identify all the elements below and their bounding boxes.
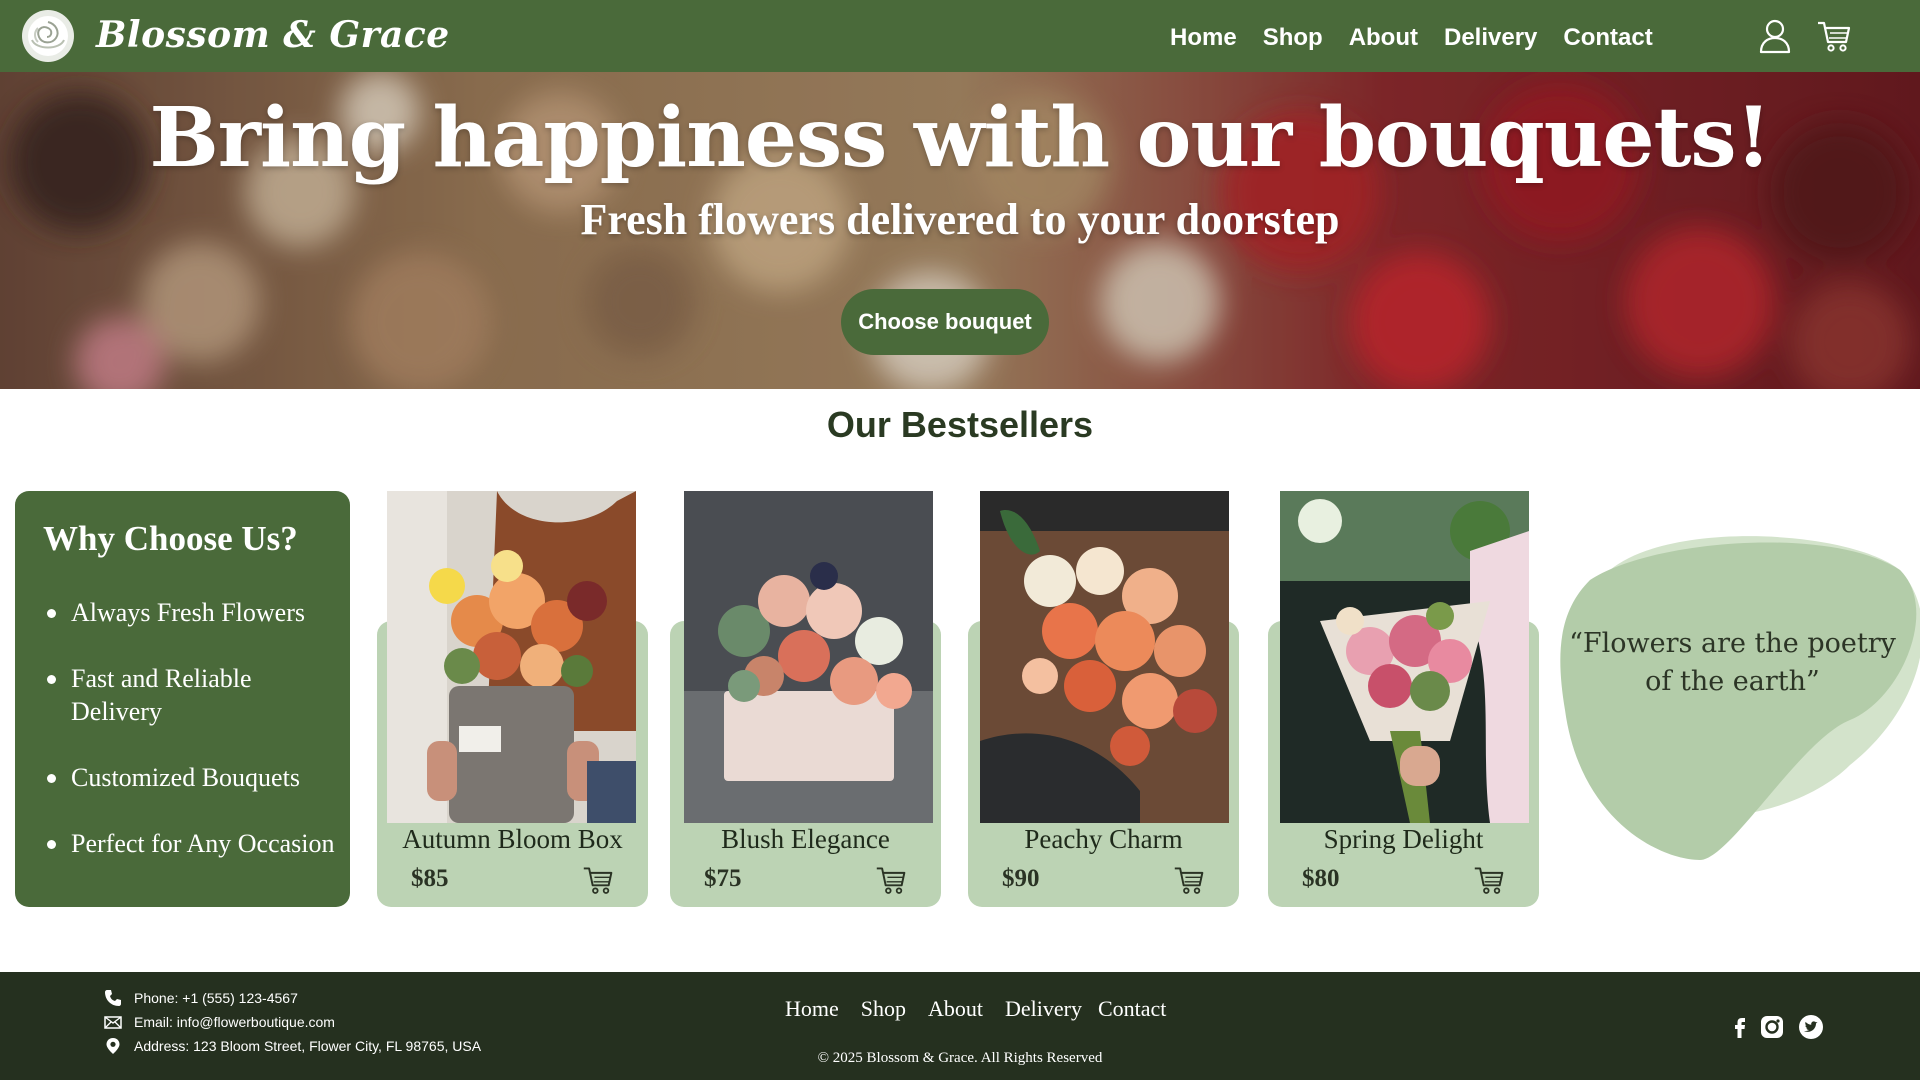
why-item: Perfect for Any Occasion bbox=[47, 827, 345, 860]
nav-delivery[interactable]: Delivery bbox=[1444, 24, 1537, 52]
product-name[interactable]: Spring Delight bbox=[1268, 824, 1539, 855]
hero-subtitle: Fresh flowers delivered to your doorstep bbox=[580, 195, 1340, 244]
twitter-icon[interactable] bbox=[1798, 1014, 1824, 1040]
hero-title: Bring happiness with our bouquets! bbox=[149, 90, 1771, 186]
product-name[interactable]: Autumn Bloom Box bbox=[377, 824, 648, 855]
nav-home[interactable]: Home bbox=[1170, 24, 1237, 52]
add-to-cart-icon[interactable] bbox=[582, 864, 614, 896]
add-to-cart-icon[interactable] bbox=[1473, 864, 1505, 896]
add-to-cart-icon[interactable] bbox=[1173, 864, 1205, 896]
contact-phone[interactable]: Phone: +1 (555) 123-4567 bbox=[104, 989, 298, 1007]
contact-email-text: Email: info@flowerboutique.com bbox=[134, 1014, 335, 1030]
hero-banner: Bring happiness with our bouquets! Fresh… bbox=[0, 72, 1920, 389]
footer-nav-contact[interactable]: Contact bbox=[1098, 996, 1166, 1022]
contact-phone-text: Phone: +1 (555) 123-4567 bbox=[134, 990, 298, 1006]
rose-logo-icon[interactable] bbox=[20, 8, 76, 64]
nav-shop[interactable]: Shop bbox=[1263, 24, 1323, 52]
footer-nav-delivery[interactable]: Delivery bbox=[1005, 996, 1082, 1022]
brand-name[interactable]: Blossom & Grace bbox=[96, 14, 450, 56]
product-price: $75 bbox=[704, 865, 742, 892]
phone-icon bbox=[105, 990, 121, 1006]
product-price: $90 bbox=[1002, 865, 1040, 892]
why-item: Always Fresh Flowers bbox=[47, 596, 345, 629]
footer-nav-shop[interactable]: Shop bbox=[861, 996, 906, 1022]
contact-email[interactable]: Email: info@flowerboutique.com bbox=[104, 1013, 335, 1031]
why-choose-us-panel: Why Choose Us? Always Fresh Flowers Fast… bbox=[15, 491, 350, 907]
product-photo-spring-delight[interactable] bbox=[1280, 491, 1529, 823]
why-item: Customized Bouquets bbox=[47, 761, 345, 794]
quote-text: “Flowers are the poetry of the earth” bbox=[1569, 628, 1896, 697]
product-price: $85 bbox=[411, 865, 449, 892]
product-price: $80 bbox=[1302, 865, 1340, 892]
product-photo-peachy-charm[interactable] bbox=[980, 491, 1229, 823]
bestsellers-title: Our Bestsellers bbox=[826, 404, 1094, 445]
why-choose-us-title: Why Choose Us? bbox=[43, 519, 298, 558]
copyright-text: © 2025 Blossom & Grace. All Rights Reser… bbox=[817, 1050, 1103, 1066]
cart-icon[interactable] bbox=[1816, 18, 1852, 54]
site-header: Blossom & Grace Home Shop About Delivery… bbox=[0, 0, 1920, 72]
footer-nav: Home Shop About Delivery Contact bbox=[785, 996, 1188, 1022]
site-footer: Phone: +1 (555) 123-4567 Email: info@flo… bbox=[0, 972, 1920, 1080]
nav-contact[interactable]: Contact bbox=[1563, 24, 1652, 52]
product-name[interactable]: Blush Elegance bbox=[670, 824, 941, 855]
add-to-cart-icon[interactable] bbox=[875, 864, 907, 896]
why-item: Fast and Reliable Delivery bbox=[47, 662, 345, 728]
user-icon[interactable] bbox=[1758, 18, 1792, 54]
choose-bouquet-button[interactable]: Choose bouquet bbox=[841, 289, 1049, 355]
footer-nav-home[interactable]: Home bbox=[785, 996, 839, 1022]
facebook-icon[interactable] bbox=[1727, 1014, 1753, 1040]
main-nav: Home Shop About Delivery Contact bbox=[1170, 24, 1679, 52]
product-photo-blush-elegance[interactable] bbox=[684, 491, 933, 823]
product-name[interactable]: Peachy Charm bbox=[968, 824, 1239, 855]
mail-icon bbox=[104, 1016, 122, 1029]
instagram-icon[interactable] bbox=[1759, 1014, 1785, 1040]
footer-nav-about[interactable]: About bbox=[928, 996, 983, 1022]
why-choose-us-list: Always Fresh Flowers Fast and Reliable D… bbox=[47, 596, 345, 893]
product-photo-autumn-bloom-box[interactable] bbox=[387, 491, 636, 823]
nav-about[interactable]: About bbox=[1349, 24, 1418, 52]
